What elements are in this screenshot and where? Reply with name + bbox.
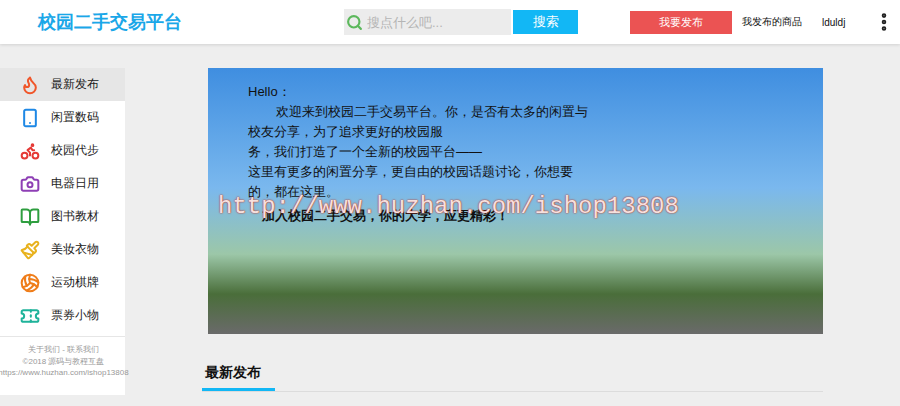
sidebar-item[interactable]: 票券小物 <box>0 299 125 332</box>
top-bar: 校园二手交易平台 搜索 我要发布我发布的商品 lduldj <box>0 0 900 44</box>
phone-icon <box>20 108 40 128</box>
bike-icon <box>20 141 40 161</box>
banner-line: 这里有更多的闲置分享，更自由的校园话题讨论，你想要 <box>248 162 783 182</box>
section-title: 最新发布 <box>202 360 275 391</box>
username-link[interactable]: lduldj <box>822 17 845 28</box>
search-input[interactable] <box>365 14 511 31</box>
banner: Hello：欢迎来到校园二手交易平台。你，是否有太多的闲置与校友分享，为了追求更… <box>208 68 823 334</box>
sidebar: 最新发布闲置数码校园代步电器日用图书教材美妆衣物运动棋牌票券小物关于我们 - 联… <box>0 68 125 395</box>
footer-links[interactable]: 关于我们 - 联系我们 <box>28 345 99 355</box>
ticket-icon <box>20 306 40 326</box>
sidebar-item[interactable]: 图书教材 <box>0 200 125 233</box>
footer-url: https://www.huzhan.com/ishop13808 <box>0 368 129 378</box>
lipstick-icon <box>20 240 40 260</box>
more-icon[interactable] <box>873 11 895 33</box>
ball-icon <box>20 273 40 293</box>
logo[interactable]: 校园二手交易平台 <box>38 10 344 34</box>
content: Hello：欢迎来到校园二手交易平台。你，是否有太多的闲置与校友分享，为了追求更… <box>208 68 823 392</box>
search-button[interactable]: 搜索 <box>513 10 578 34</box>
flame-icon <box>20 75 40 95</box>
sidebar-item[interactable]: 校园代步 <box>0 134 125 167</box>
main: 最新发布闲置数码校园代步电器日用图书教材美妆衣物运动棋牌票券小物关于我们 - 联… <box>0 44 900 395</box>
book-icon <box>20 207 40 227</box>
banner-line: 务，我们打造了一个全新的校园平台—— <box>248 142 783 162</box>
sidebar-item[interactable]: 运动棋牌 <box>0 266 125 299</box>
sidebar-item[interactable]: 电器日用 <box>0 167 125 200</box>
banner-line: 欢迎来到校园二手交易平台。你，是否有太多的闲置与 <box>248 102 783 122</box>
banner-slogan: 加入校园二手交易，你的大学，应更精彩！ <box>248 206 783 226</box>
section-header: 最新发布 <box>202 360 823 392</box>
my-items-link[interactable]: 我发布的商品 <box>742 15 802 29</box>
camera-icon <box>20 174 40 194</box>
search-field <box>344 9 511 35</box>
sidebar-footer: 关于我们 - 联系我们©2018 源码与教程互盘https://www.huzh… <box>0 336 125 384</box>
copyright: ©2018 源码与教程互盘 <box>23 357 105 367</box>
sidebar-item[interactable]: 美妆衣物 <box>0 233 125 266</box>
search-box: 搜索 <box>344 9 578 35</box>
sidebar-item[interactable]: 最新发布 <box>0 68 125 101</box>
publish-button[interactable]: 我要发布 <box>630 11 732 34</box>
banner-line: 的，都在这里。 <box>248 182 783 202</box>
banner-line: 校友分享，为了追求更好的校园服 <box>248 122 783 142</box>
banner-greeting: Hello： <box>248 82 783 102</box>
sidebar-item[interactable]: 闲置数码 <box>0 101 125 134</box>
more-menu[interactable] <box>873 11 895 33</box>
search-icon <box>346 14 363 31</box>
watermark: http://www.huzhan.com/ishop13808 <box>218 193 679 220</box>
